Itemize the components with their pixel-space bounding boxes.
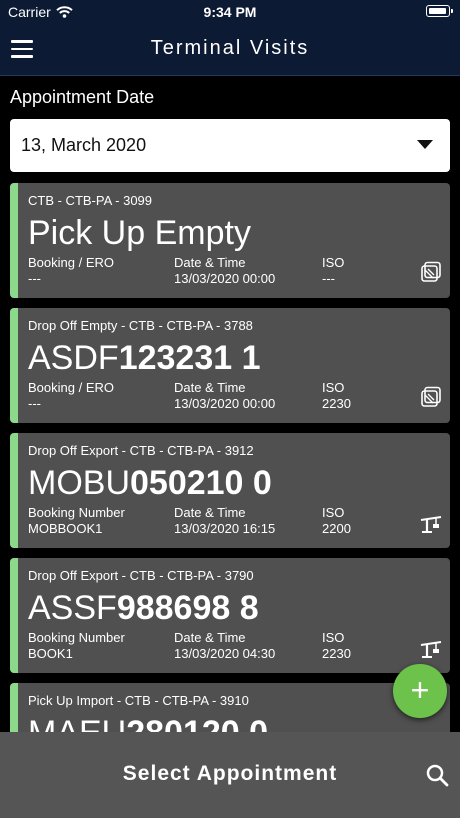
appointment-subtitle: Drop Off Export - CTB - CTB-PA - 3790 (28, 568, 254, 583)
datetime-label: Date & Time (174, 505, 246, 520)
booking-label: Booking Number (28, 505, 125, 520)
appointment-card[interactable]: Drop Off Export - CTB - CTB-PA - 3790 ASS… (10, 558, 450, 673)
dropdown-arrow-icon (417, 140, 433, 149)
datetime-value: 13/03/2020 00:00 (174, 271, 276, 286)
appointment-subtitle: Drop Off Empty - CTB - CTB-PA - 3788 (28, 318, 253, 333)
appointment-subtitle: Drop Off Export - CTB - CTB-PA - 3912 (28, 443, 254, 458)
iso-value: 2200 (322, 521, 351, 536)
appointment-title: ASDF123231 1 (28, 337, 261, 379)
crane-icon (420, 636, 442, 658)
iso-value: 2230 (322, 396, 351, 411)
iso-column: ISO 2230 (322, 380, 351, 412)
datetime-column: Date & Time 13/03/2020 00:00 (174, 255, 275, 287)
title-prefix: Pick Up Empty (28, 214, 251, 252)
booking-label: Booking Number (28, 630, 125, 645)
title-prefix: MOBU (28, 464, 130, 502)
appointment-card[interactable]: Drop Off Empty - CTB - CTB-PA - 3788 ASDF… (10, 308, 450, 423)
datetime-value: 13/03/2020 00:00 (174, 396, 276, 411)
appointment-subtitle: Pick Up Import - CTB - CTB-PA - 3910 (28, 693, 249, 708)
iso-column: ISO 2230 (322, 630, 351, 662)
appointment-title: Pick Up Empty (28, 212, 251, 254)
status-time: 9:34 PM (203, 4, 257, 20)
booking-value: BOOK1 (28, 646, 73, 661)
appointment-date-label: Appointment Date (10, 87, 155, 107)
datetime-label: Date & Time (174, 255, 246, 270)
booking-value: MOBBOOK1 (28, 521, 103, 536)
iso-column: ISO 2200 (322, 505, 351, 537)
battery-icon (426, 5, 453, 17)
appointment-title: ASSF988698 8 (28, 587, 259, 629)
card-accent (10, 558, 18, 673)
datetime-value: 13/03/2020 16:15 (174, 521, 276, 536)
title-prefix: ASDF (28, 339, 119, 377)
page-title: Terminal Visits (150, 37, 310, 59)
card-accent (10, 183, 18, 298)
booking-value: --- (28, 271, 41, 286)
title-prefix: ASSF (28, 589, 117, 627)
plus-icon: + (410, 672, 430, 708)
booking-label: Booking / ERO (28, 255, 114, 270)
datetime-column: Date & Time 13/03/2020 04:30 (174, 630, 275, 662)
add-appointment-button[interactable]: + (393, 664, 447, 718)
iso-label: ISO (322, 630, 345, 645)
datetime-column: Date & Time 13/03/2020 00:00 (174, 380, 275, 412)
bottom-bar: Select Appointment (0, 732, 460, 818)
booking-column: Booking / ERO --- (28, 380, 114, 412)
booking-label: Booking / ERO (28, 380, 114, 395)
container-icon (420, 261, 442, 283)
title-number: 050210 0 (130, 464, 272, 502)
iso-label: ISO (322, 505, 345, 520)
iso-value: 2230 (322, 646, 351, 661)
booking-column: Booking / ERO --- (28, 255, 114, 287)
appointment-list: CTB - CTB-PA - 3099 Pick Up Empty Booking … (10, 183, 450, 808)
appointment-title: MOBU050210 0 (28, 462, 272, 504)
appointment-date-select[interactable]: 13, March 2020 (10, 119, 450, 172)
datetime-column: Date & Time 13/03/2020 16:15 (174, 505, 275, 537)
appointment-card[interactable]: Drop Off Export - CTB - CTB-PA - 3912 MOB… (10, 433, 450, 548)
iso-label: ISO (322, 380, 345, 395)
navigation-bar: Terminal Visits (0, 24, 460, 76)
datetime-value: 13/03/2020 04:30 (174, 646, 276, 661)
booking-column: Booking Number BOOK1 (28, 630, 125, 662)
selected-date: 13, March 2020 (21, 135, 147, 155)
iso-value: --- (322, 271, 335, 286)
datetime-label: Date & Time (174, 630, 246, 645)
crane-icon (420, 511, 442, 533)
appointment-subtitle: CTB - CTB-PA - 3099 (28, 193, 153, 208)
search-icon[interactable] (425, 763, 449, 787)
iso-column: ISO --- (322, 255, 344, 287)
appointment-card[interactable]: CTB - CTB-PA - 3099 Pick Up Empty Booking … (10, 183, 450, 298)
booking-value: --- (28, 396, 41, 411)
status-bar: Carrier 9:34 PM (0, 0, 460, 24)
iso-label: ISO (322, 255, 345, 270)
select-appointment-button[interactable]: Select Appointment (0, 762, 460, 786)
title-number: 123231 1 (118, 339, 261, 377)
datetime-label: Date & Time (174, 380, 246, 395)
booking-column: Booking Number MOBBOOK1 (28, 505, 125, 537)
card-accent (10, 433, 18, 548)
card-accent (10, 308, 18, 423)
container-icon (420, 386, 442, 408)
title-number: 988698 8 (116, 589, 259, 627)
